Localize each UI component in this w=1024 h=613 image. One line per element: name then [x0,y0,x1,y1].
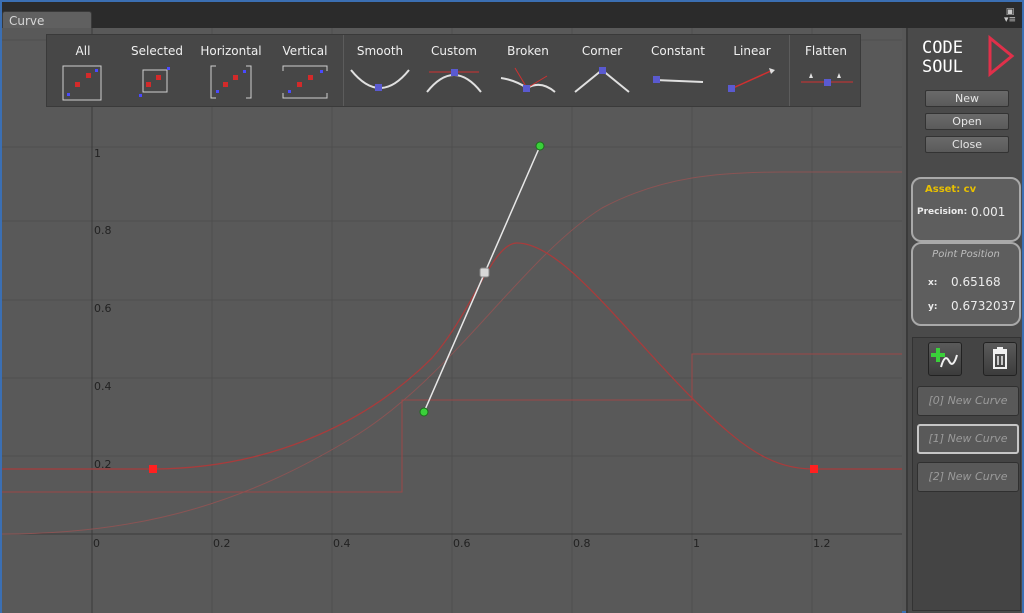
linear-tangent-button[interactable]: Linear [719,35,785,106]
asset-label: Asset: cv [925,184,977,195]
x-tick-label: 0.6 [453,537,471,550]
curve-graph[interactable]: 0 0.2 0.4 0.6 0.8 1 1.2 1 0.8 0.6 0.4 0.… [2,28,902,613]
select-all-label: All [75,44,91,58]
tangent-handle[interactable] [535,141,545,151]
select-selected-icon [139,67,170,97]
x-tick-label: 1.2 [813,537,831,550]
select-all-icon [62,65,102,101]
curve-editor-window: Curve ▣ ▾≡ 0 0.2 0.4 0.6 0.8 1 1.2 1 0.8… [0,0,1024,613]
x-label: x: [928,278,938,288]
select-selected-button[interactable]: Selected [131,35,184,106]
y-tick-label: 0.4 [94,380,112,393]
x-tick-label: 0.2 [213,537,231,550]
curve-list-item[interactable]: [2] New Curve [917,462,1019,492]
close-button[interactable]: Close [925,136,1009,153]
smooth-icon [350,69,410,91]
add-curve-button[interactable] [928,342,962,376]
point-position-title: Point Position [932,249,1000,260]
window-menu-icon[interactable]: ▣ ▾≡ [1004,8,1016,25]
custom-icon [426,69,482,93]
broken-label: Broken [507,44,549,58]
add-curve-icon [931,348,958,368]
toolbar-separator [343,35,344,106]
select-vertical-icon [282,65,328,99]
broken-tangent-button[interactable]: Broken [495,35,561,106]
tangent-line [423,145,541,413]
select-vertical-button[interactable]: Vertical [277,35,333,106]
corner-tangent-button[interactable]: Corner [569,35,635,106]
x-tick-label: 1 [693,537,700,550]
selected-key-point[interactable] [479,267,490,278]
x-value[interactable]: 0.65168 [951,275,1001,289]
y-tick-label: 0.8 [94,224,112,237]
y-tick-label: 1 [94,147,101,160]
flatten-tangent-button[interactable]: Flatten [793,35,859,106]
trash-icon [993,347,1007,369]
codesoul-logo: CODE SOUL [922,34,1015,78]
precision-label: Precision: [917,207,968,217]
curves-list: [0] New Curve [1] New Curve [2] New Curv… [912,337,1021,611]
smooth-tangent-button[interactable]: Smooth [347,35,413,106]
key-point[interactable] [149,465,157,473]
y-tick-label: 0.6 [94,302,112,315]
title-bar: Curve ▣ ▾≡ [2,2,1022,30]
corner-label: Corner [581,44,623,58]
linear-icon [728,68,775,92]
y-value[interactable]: 0.6732037 [951,299,1016,313]
x-tick-label: 0 [93,537,100,550]
broken-icon [500,67,556,93]
custom-label: Custom [431,44,477,58]
constant-icon [653,76,704,83]
flatten-label: Flatten [805,44,847,58]
logo-text-top: CODE [922,38,963,58]
key-point[interactable] [810,465,818,473]
logo-text-bottom: SOUL [922,57,963,77]
curve-list-item[interactable]: [0] New Curve [917,386,1019,416]
constant-tangent-button[interactable]: Constant [643,35,713,106]
tangent-toolbar: All Selected Horizontal Vertical Smooth … [46,34,861,107]
asset-panel: Asset: cv Precision: 0.001 [911,177,1021,242]
open-button[interactable]: Open [925,113,1009,130]
grid [2,28,902,613]
y-tick-labels: 1 0.8 0.6 0.4 0.2 [94,147,112,471]
x-tick-label: 0.4 [333,537,351,550]
delete-curve-button[interactable] [983,342,1017,376]
select-horizontal-button[interactable]: Horizontal [199,35,263,106]
new-button[interactable]: New [925,90,1009,107]
smooth-label: Smooth [356,44,404,58]
curve-list-item-selected[interactable]: [1] New Curve [917,424,1019,454]
select-all-button[interactable]: All [61,35,105,106]
point-position-panel: Point Position x: 0.65168 y: 0.6732037 [911,242,1021,326]
select-horizontal-icon [210,65,252,99]
select-vertical-label: Vertical [282,44,328,58]
select-horizontal-label: Horizontal [200,44,262,58]
x-tick-label: 0.8 [573,537,591,550]
y-label: y: [928,302,938,312]
flatten-icon [801,73,853,86]
select-selected-label: Selected [131,44,184,58]
x-tick-labels: 0 0.2 0.4 0.6 0.8 1 1.2 [93,537,831,550]
tangent-handle[interactable] [419,407,429,417]
constant-label: Constant [651,44,705,58]
precision-value[interactable]: 0.001 [971,205,1005,219]
sidebar: CODE SOUL New Open Close Asset: cv Preci… [906,28,1022,613]
corner-icon [574,67,630,93]
toolbar-separator [789,35,790,106]
custom-tangent-button[interactable]: Custom [421,35,487,106]
linear-label: Linear [733,44,771,58]
graph-svg: 0 0.2 0.4 0.6 0.8 1 1.2 1 0.8 0.6 0.4 0.… [2,28,902,613]
